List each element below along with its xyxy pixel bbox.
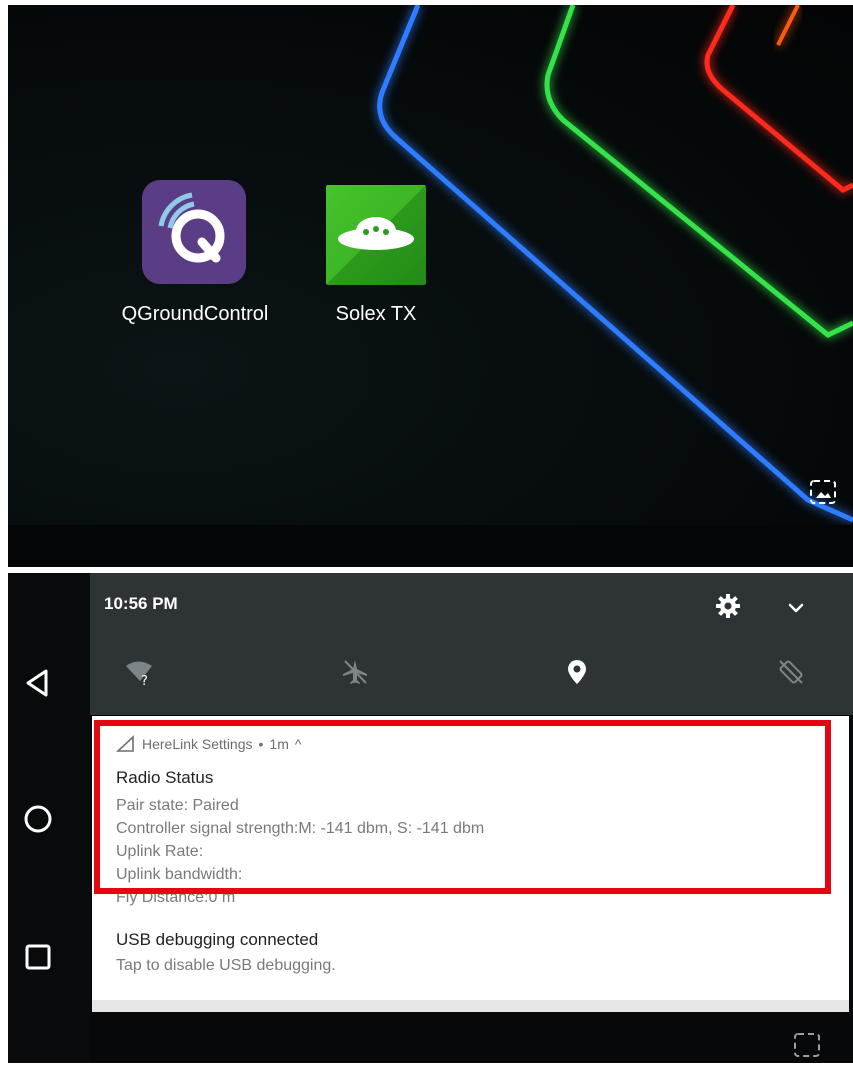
wifi-unknown-icon[interactable]: ? bbox=[124, 657, 154, 689]
airplane-mode-icon[interactable] bbox=[340, 657, 370, 687]
screenshot-icon[interactable] bbox=[792, 1030, 822, 1060]
solex-tx-app-icon[interactable] bbox=[326, 185, 426, 285]
red-highlight-box bbox=[94, 720, 831, 894]
chevron-down-icon[interactable] bbox=[784, 596, 808, 620]
clock-time: 10:56 PM bbox=[104, 594, 178, 613]
svg-text:?: ? bbox=[141, 674, 148, 687]
qgroundcontrol-app-icon[interactable] bbox=[142, 180, 246, 284]
recents-icon[interactable] bbox=[20, 939, 56, 975]
home-icon[interactable] bbox=[20, 801, 56, 837]
home-screen-panel: QGroundControl Solex TX bbox=[8, 5, 853, 567]
settings-gear-icon[interactable] bbox=[714, 592, 742, 620]
navigation-bar bbox=[8, 573, 90, 1063]
back-icon[interactable] bbox=[20, 665, 56, 701]
location-icon[interactable] bbox=[562, 657, 592, 687]
solex-ufo-icon bbox=[338, 217, 414, 250]
usb-debugging-text[interactable]: Tap to disable USB debugging. bbox=[116, 957, 336, 975]
qgroundcontrol-icon bbox=[158, 192, 225, 263]
screenshot-icon[interactable] bbox=[808, 477, 838, 507]
notification-divider bbox=[92, 1000, 849, 1012]
usb-debugging-title[interactable]: USB debugging connected bbox=[116, 930, 318, 950]
app-label-solex-tx[interactable]: Solex TX bbox=[306, 303, 446, 326]
auto-rotate-icon[interactable] bbox=[776, 657, 806, 687]
app-label-qgroundcontrol[interactable]: QGroundControl bbox=[90, 303, 300, 326]
